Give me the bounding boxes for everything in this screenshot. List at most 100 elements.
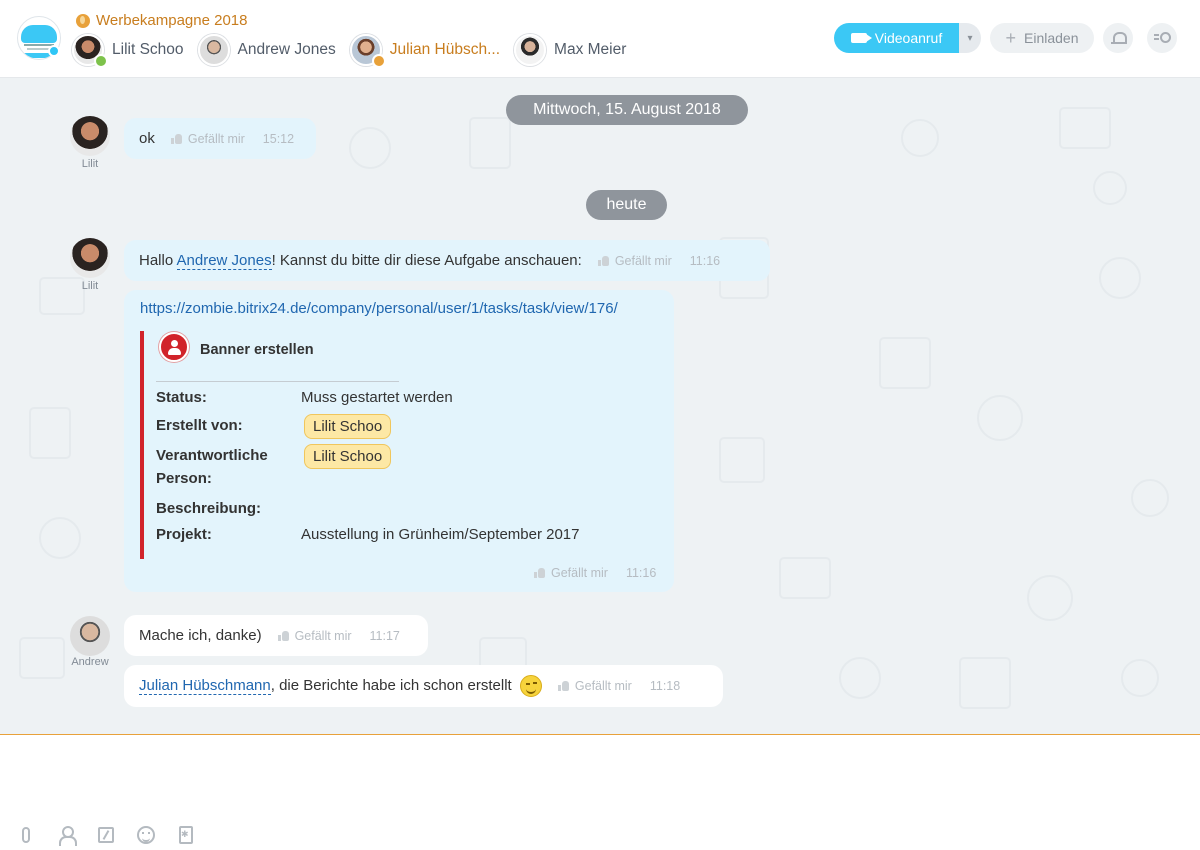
message-composer[interactable] — [0, 734, 1200, 850]
field-value-project: Ausstellung in Grünheim/September 2017 — [301, 526, 580, 543]
member-max[interactable]: Max Meier — [514, 34, 626, 66]
message-author-avatar[interactable] — [70, 116, 110, 156]
message-author-avatar[interactable] — [70, 238, 110, 278]
plus-icon: + — [1005, 28, 1016, 48]
task-title[interactable]: Banner erstellen — [200, 342, 314, 358]
mention-link[interactable]: Andrew Jones — [176, 252, 272, 270]
message-author-name: Andrew — [71, 656, 109, 668]
avatar — [349, 34, 386, 68]
date-divider-text: Mittwoch, 15. August 2018 — [533, 101, 721, 118]
formatting-button[interactable] — [96, 825, 116, 845]
wink-emoji-icon — [519, 675, 542, 697]
message-meta: Gefällt mir 11:18 — [557, 679, 681, 693]
like-icon[interactable] — [597, 255, 609, 266]
chat-header: Werbekampagne 2018 Lilit Schoo Andrew Jo… — [0, 0, 1200, 78]
chat-title[interactable]: Werbekampagne 2018 — [76, 12, 248, 29]
camera-icon — [850, 33, 872, 43]
message-meta: Gefällt mir 11:16 — [597, 253, 721, 268]
like-icon[interactable] — [534, 568, 545, 578]
invite-button[interactable]: + Einladen — [990, 23, 1094, 53]
avatar — [72, 34, 108, 68]
like-button[interactable]: Gefällt mir — [188, 132, 245, 146]
like-icon[interactable] — [277, 630, 289, 641]
date-divider-text: heute — [606, 196, 647, 213]
message-meta: Gefällt mir 11:16 — [534, 566, 656, 580]
member-name: Julian Hübsch... — [389, 41, 501, 58]
message-time: 11:16 — [689, 253, 721, 268]
notifications-button[interactable] — [1103, 23, 1133, 53]
video-call-button[interactable]: Videoanruf — [834, 23, 959, 53]
user-chip-created-by[interactable]: Lilit Schoo — [304, 414, 392, 439]
message-bubble[interactable]: Julian Hübschmann, die Berichte habe ich… — [124, 665, 723, 707]
message-author-avatar[interactable] — [70, 616, 110, 656]
message-time: 11:17 — [369, 628, 400, 643]
field-label-created-by: Erstellt von: — [156, 417, 243, 434]
message-text-part: , die Berichte habe ich schon erstellt — [270, 676, 512, 694]
avatar — [514, 34, 547, 66]
message-bubble[interactable]: ok Gefällt mir 15:12 — [124, 118, 316, 159]
search-icon — [1154, 32, 1171, 44]
member-list: Lilit Schoo Andrew Jones Julian Hübsch..… — [72, 34, 640, 68]
paperclip-icon — [22, 827, 30, 843]
message-time: 11:16 — [625, 566, 657, 580]
like-icon[interactable] — [170, 133, 182, 144]
message-author-name: Lilit — [81, 158, 99, 170]
member-name: Max Meier — [554, 41, 627, 58]
field-label-line: Verantwortliche — [156, 447, 268, 464]
field-label-project: Projekt: — [156, 526, 212, 543]
message-bubble[interactable]: Hallo Andrew Jones! Kannst du bitte dir … — [124, 240, 770, 281]
avatar — [197, 34, 230, 66]
document-icon — [179, 826, 193, 844]
like-button[interactable]: Gefällt mir — [615, 254, 672, 268]
edit-icon — [98, 827, 114, 843]
video-call-dropdown-button[interactable]: ▾ — [959, 23, 981, 53]
message-text: Julian Hübschmann, die Berichte habe ich… — [139, 675, 542, 697]
user-chip-responsible[interactable]: Lilit Schoo — [304, 444, 392, 469]
message-meta: Gefällt mir 15:12 — [170, 131, 295, 146]
field-label-line: Person: — [156, 470, 212, 487]
message-text: Mache ich, danke) — [139, 627, 262, 644]
emoji-button[interactable] — [136, 825, 156, 845]
task-link[interactable]: https://zombie.bitrix24.de/company/perso… — [140, 300, 618, 317]
message-time: 15:12 — [262, 131, 295, 146]
field-label-status: Status: — [156, 389, 207, 406]
message-text: Hallo Andrew Jones! Kannst du bitte dir … — [139, 252, 582, 270]
bell-icon — [1111, 31, 1127, 45]
member-name: Lilit Schoo — [112, 41, 184, 58]
field-label-description: Beschreibung: — [156, 500, 262, 517]
mention-link[interactable]: Julian Hübschmann — [139, 676, 271, 695]
message-bubble[interactable]: Mache ich, danke) Gefällt mir 11:17 — [124, 615, 428, 656]
date-divider: Mittwoch, 15. August 2018 — [506, 95, 748, 125]
member-name: Andrew Jones — [237, 41, 336, 58]
message-text: ok — [139, 130, 155, 147]
task-card-message[interactable]: https://zombie.bitrix24.de/company/perso… — [124, 290, 674, 592]
message-text-part: Hallo — [139, 252, 177, 269]
message-area[interactable]: Mittwoch, 15. August 2018 Lilit ok Gefäl… — [0, 78, 1200, 734]
like-icon[interactable] — [557, 681, 569, 691]
chevron-down-icon: ▾ — [967, 32, 973, 44]
logo-status-icon — [48, 45, 60, 57]
field-value-status: Muss gestartet werden — [301, 389, 453, 406]
external-badge-icon — [371, 54, 386, 68]
online-badge-icon — [94, 54, 108, 68]
member-lilit[interactable]: Lilit Schoo — [72, 34, 184, 68]
user-icon — [58, 826, 77, 846]
globe-icon — [76, 13, 90, 28]
message-text-part: ! Kannst du bitte dir diese Aufgabe ansc… — [271, 252, 582, 269]
like-button[interactable]: Gefällt mir — [551, 566, 608, 580]
divider — [156, 381, 399, 382]
like-button[interactable]: Gefällt mir — [575, 679, 632, 693]
member-andrew[interactable]: Andrew Jones — [197, 34, 336, 66]
smile-icon — [137, 826, 155, 844]
message-time: 11:18 — [649, 679, 681, 693]
member-julian[interactable]: Julian Hübsch... — [349, 34, 501, 68]
create-document-button[interactable] — [176, 825, 196, 845]
like-button[interactable]: Gefällt mir — [295, 629, 352, 643]
search-in-chat-button[interactable] — [1147, 23, 1177, 53]
mention-user-button[interactable] — [56, 825, 77, 846]
attach-file-button[interactable] — [16, 825, 36, 845]
message-author-name: Lilit — [81, 280, 99, 292]
message-meta: Gefällt mir 11:17 — [277, 628, 400, 643]
date-divider: heute — [586, 190, 667, 220]
chat-title-text: Werbekampagne 2018 — [96, 12, 248, 29]
